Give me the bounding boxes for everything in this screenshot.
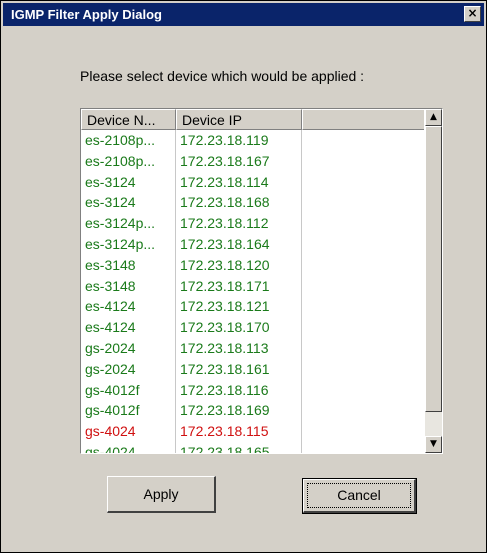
empty-cell — [302, 255, 424, 276]
device-ip-cell: 172.23.18.165 — [176, 441, 302, 453]
table-header: Device N... Device IP — [81, 109, 424, 130]
table-row[interactable]: gs-4024 172.23.18.115 — [81, 421, 424, 442]
scroll-down-icon[interactable]: ▼ — [425, 436, 442, 453]
table-row[interactable]: es-3124p... 172.23.18.164 — [81, 233, 424, 255]
column-header-empty[interactable] — [302, 109, 424, 130]
empty-cell — [302, 234, 424, 255]
close-icon[interactable]: × — [464, 6, 481, 22]
igmp-filter-apply-dialog: IGMP Filter Apply Dialog × Please select… — [0, 0, 487, 553]
table-row[interactable]: gs-2024 172.23.18.161 — [81, 358, 424, 380]
device-name-cell: gs-4012f — [81, 400, 176, 422]
column-header-device-ip[interactable]: Device IP — [176, 109, 302, 130]
empty-cell — [302, 359, 424, 380]
focus-rectangle — [307, 483, 411, 508]
scroll-up-icon[interactable]: ▲ — [425, 109, 442, 126]
empty-cell — [302, 192, 424, 213]
cancel-button[interactable]: Cancel — [302, 478, 417, 514]
title-bar[interactable]: IGMP Filter Apply Dialog × — [3, 3, 484, 26]
device-ip-cell: 172.23.18.170 — [176, 317, 302, 338]
device-ip-cell: 172.23.18.112 — [176, 213, 302, 234]
device-ip-cell: 172.23.18.171 — [176, 275, 302, 297]
dialog-title: IGMP Filter Apply Dialog — [11, 7, 162, 22]
device-ip-cell: 172.23.18.167 — [176, 150, 302, 172]
scrollbar-thumb[interactable] — [425, 126, 442, 412]
empty-cell — [302, 442, 424, 453]
device-ip-cell: 172.23.18.116 — [176, 379, 302, 401]
table-row[interactable]: gs-4012f 172.23.18.116 — [81, 379, 424, 401]
device-name-cell: es-2108p... — [81, 130, 176, 151]
device-name-cell: es-3148 — [81, 275, 176, 297]
apply-button[interactable]: Apply — [107, 476, 216, 513]
table-row[interactable]: es-3124 172.23.18.114 — [81, 171, 424, 193]
device-name-cell: gs-2024 — [81, 337, 176, 359]
table-row[interactable]: es-4124 172.23.18.170 — [81, 317, 424, 338]
table-row[interactable]: es-3148 172.23.18.120 — [81, 254, 424, 276]
table-row[interactable]: es-4124 172.23.18.121 — [81, 296, 424, 318]
device-ip-cell: 172.23.18.121 — [176, 296, 302, 318]
table-row[interactable]: gs-4012f 172.23.18.169 — [81, 400, 424, 422]
device-name-cell: gs-4024 — [81, 421, 176, 442]
table-row[interactable]: es-2108p... 172.23.18.119 — [81, 130, 424, 151]
device-name-cell: gs-2024 — [81, 358, 176, 380]
empty-cell — [302, 296, 424, 317]
table-row[interactable]: es-3124 172.23.18.168 — [81, 192, 424, 214]
device-ip-cell: 172.23.18.115 — [176, 421, 302, 442]
empty-cell — [302, 400, 424, 421]
device-ip-cell: 172.23.18.169 — [176, 400, 302, 422]
device-table: Device N... Device IP es-2108p... 172.23.… — [80, 108, 443, 454]
device-name-cell: es-2108p... — [81, 150, 176, 172]
device-ip-cell: 172.23.18.113 — [176, 337, 302, 359]
empty-cell — [302, 421, 424, 442]
device-ip-cell: 172.23.18.120 — [176, 254, 302, 276]
table-row[interactable]: es-3124p... 172.23.18.112 — [81, 213, 424, 234]
table-body: es-2108p... 172.23.18.119 es-2108p... 172.2… — [81, 130, 424, 453]
table-row[interactable]: gs-2024 172.23.18.113 — [81, 337, 424, 359]
device-name-cell: es-3124 — [81, 171, 176, 193]
empty-cell — [302, 276, 424, 297]
device-name-cell: es-4124 — [81, 317, 176, 338]
empty-cell — [302, 338, 424, 359]
column-header-device-name[interactable]: Device N... — [81, 109, 176, 130]
device-name-cell: es-3124 — [81, 192, 176, 214]
table-row[interactable]: es-3148 172.23.18.171 — [81, 275, 424, 297]
empty-cell — [302, 151, 424, 172]
device-name-cell: gs-4024 — [81, 441, 176, 453]
device-name-cell: es-3124p... — [81, 213, 176, 234]
vertical-scrollbar[interactable]: ▲ ▼ — [425, 109, 442, 453]
empty-cell — [302, 317, 424, 338]
device-ip-cell: 172.23.18.164 — [176, 233, 302, 255]
device-ip-cell: 172.23.18.114 — [176, 171, 302, 193]
device-name-cell: es-3148 — [81, 254, 176, 276]
device-name-cell: es-4124 — [81, 296, 176, 318]
device-ip-cell: 172.23.18.119 — [176, 130, 302, 151]
select-device-prompt: Please select device which would be appl… — [80, 68, 365, 84]
table-row[interactable]: es-2108p... 172.23.18.167 — [81, 150, 424, 172]
table-row[interactable]: gs-4024 172.23.18.165 — [81, 441, 424, 453]
empty-cell — [302, 172, 424, 193]
device-name-cell: gs-4012f — [81, 379, 176, 401]
empty-cell — [302, 213, 424, 234]
device-ip-cell: 172.23.18.161 — [176, 358, 302, 380]
device-name-cell: es-3124p... — [81, 233, 176, 255]
empty-cell — [302, 380, 424, 401]
empty-cell — [302, 130, 424, 151]
device-ip-cell: 172.23.18.168 — [176, 192, 302, 214]
